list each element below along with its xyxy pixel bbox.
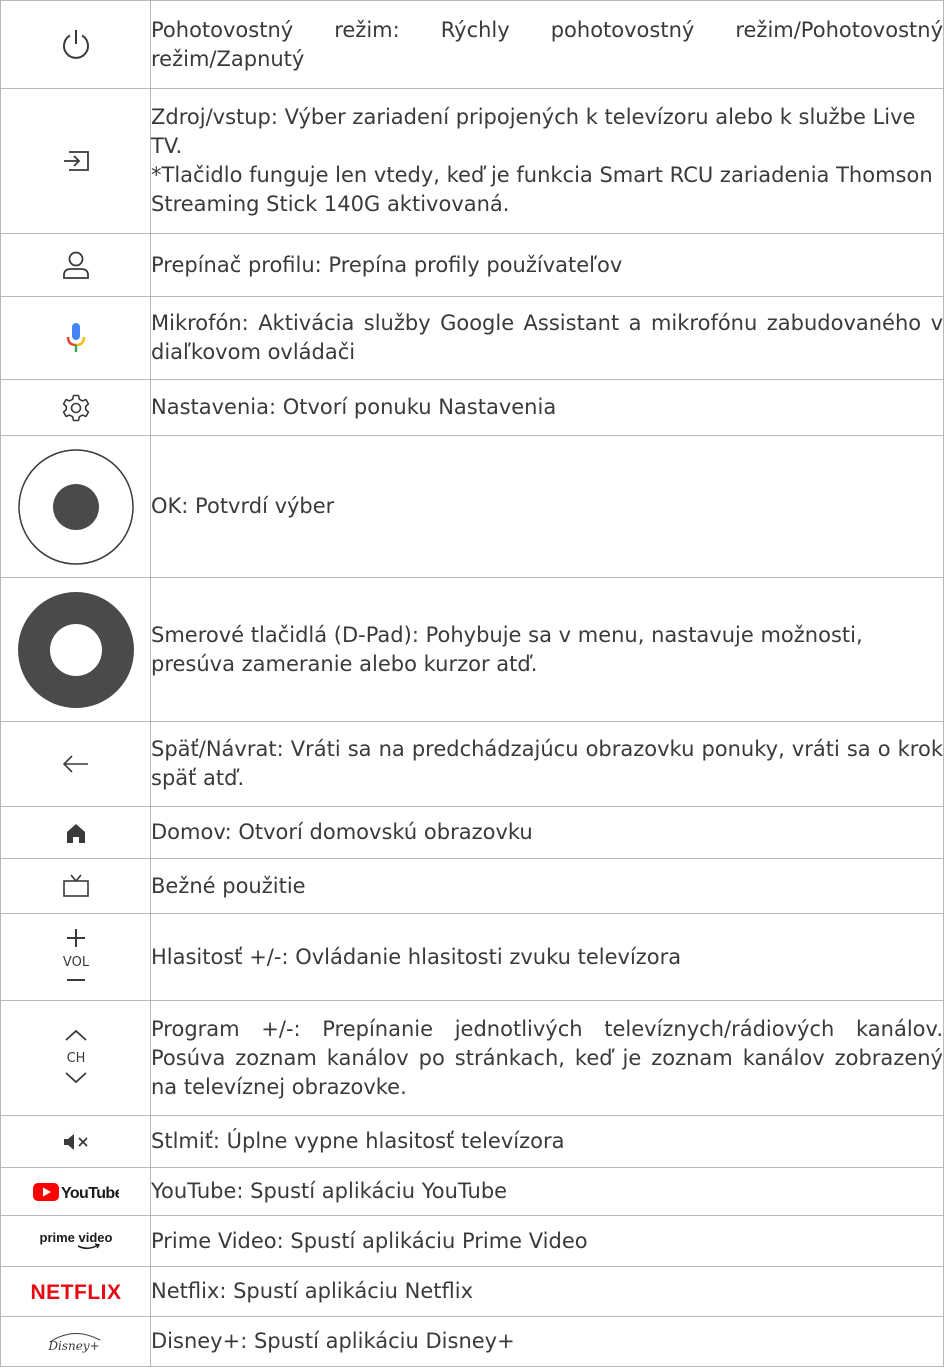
icon-cell — [0, 806, 151, 859]
ok-button-icon — [17, 448, 135, 566]
youtube-logo-text: YouTube — [61, 1185, 119, 1202]
icon-cell — [0, 1115, 151, 1168]
dpad-icon — [17, 591, 135, 709]
icon-cell — [0, 0, 151, 89]
row-description: Disney+: Spustí aplikáciu Disney+ — [150, 1316, 944, 1367]
row-description: Nastavenia: Otvorí ponuku Nastavenia — [150, 379, 944, 436]
row-description: Hlasitosť +/-: Ovládanie hlasitosti zvuk… — [150, 913, 944, 1001]
row-description: Zdroj/vstup: Výber zariadení pripojených… — [150, 88, 944, 234]
row-description: Domov: Otvorí domovskú obrazovku — [150, 806, 944, 859]
volume-icon: VOL — [56, 925, 96, 989]
table-row: NETFLIX Netflix: Spustí aplikáciu Netfli… — [0, 1266, 944, 1317]
icon-cell — [0, 88, 151, 234]
row-description: Netflix: Spustí aplikáciu Netflix — [150, 1266, 944, 1317]
prime-video-logo-text: prime video — [39, 1230, 112, 1245]
icon-cell — [0, 577, 151, 722]
icon-cell: Disney+ — [0, 1316, 151, 1367]
table-row: OK: Potvrdí výber — [0, 435, 944, 578]
netflix-logo-text: NETFLIX — [30, 1281, 121, 1304]
icon-cell: prime video — [0, 1215, 151, 1267]
back-arrow-icon — [61, 754, 91, 774]
table-row: Pohotovostný režim: Rýchly pohotovostný … — [0, 0, 944, 89]
table-row: Nastavenia: Otvorí ponuku Nastavenia — [0, 379, 944, 436]
icon-cell — [0, 435, 151, 578]
row-description: Prepínač profilu: Prepína profily použív… — [150, 233, 944, 297]
microphone-icon — [64, 321, 88, 355]
tv-icon — [62, 874, 90, 898]
row-description: Späť/Návrat: Vráti sa na predchádzajúcu … — [150, 721, 944, 807]
table-row: YouTube YouTube: Spustí aplikáciu YouTub… — [0, 1167, 944, 1216]
netflix-logo-icon: NETFLIX — [30, 1280, 122, 1304]
table-row: Bežné použitie — [0, 858, 944, 914]
row-description: Pohotovostný režim: Rýchly pohotovostný … — [150, 0, 944, 89]
row-description: Program +/-: Prepínanie jednotlivých tel… — [150, 1000, 944, 1116]
row-description-note: *Tlačidlo funguje len vtedy, keď je funk… — [151, 163, 933, 216]
prime-video-logo-icon: prime video — [34, 1228, 118, 1254]
row-description: OK: Potvrdí výber — [150, 435, 944, 578]
table-row: VOL Hlasitosť +/-: Ovládanie hlasitosti … — [0, 913, 944, 1001]
table-row: Stlmiť: Úplne vypne hlasitosť televízora — [0, 1115, 944, 1168]
youtube-logo-icon: YouTube — [32, 1181, 119, 1203]
mute-icon — [62, 1132, 90, 1152]
table-row: Späť/Návrat: Vráti sa na predchádzajúcu … — [0, 721, 944, 807]
button-legend-table: Pohotovostný režim: Rýchly pohotovostný … — [0, 0, 944, 1367]
input-source-icon — [61, 149, 91, 173]
icon-cell: YouTube — [0, 1167, 151, 1216]
home-icon — [65, 822, 87, 844]
row-description: YouTube: Spustí aplikáciu YouTube — [150, 1167, 944, 1216]
row-description: Prime Video: Spustí aplikáciu Prime Vide… — [150, 1215, 944, 1267]
volume-label: VOL — [62, 955, 89, 970]
icon-cell: VOL — [0, 913, 151, 1001]
row-description: Smerové tlačidlá (D-Pad): Pohybuje sa v … — [150, 577, 944, 722]
gear-icon — [61, 393, 91, 423]
table-row: CH Program +/-: Prepínanie jednotlivých … — [0, 1000, 944, 1116]
power-icon — [59, 28, 93, 62]
disney-plus-logo-text: Disney+ — [47, 1339, 99, 1353]
table-row: Disney+ Disney+: Spustí aplikáciu Disney… — [0, 1316, 944, 1367]
icon-cell — [0, 721, 151, 807]
table-row: Mikrofón: Aktivácia služby Google Assist… — [0, 296, 944, 380]
table-row: Zdroj/vstup: Výber zariadení pripojených… — [0, 88, 944, 234]
disney-plus-logo-icon: Disney+ — [40, 1328, 112, 1356]
icon-cell — [0, 296, 151, 380]
table-row: Prepínač profilu: Prepína profily použív… — [0, 233, 944, 297]
row-description: Bežné použitie — [150, 858, 944, 914]
row-description-main: Zdroj/vstup: Výber zariadení pripojených… — [151, 105, 916, 158]
profile-icon — [61, 250, 91, 280]
channel-label: CH — [66, 1051, 85, 1066]
table-row: Smerové tlačidlá (D-Pad): Pohybuje sa v … — [0, 577, 944, 722]
row-description: Mikrofón: Aktivácia služby Google Assist… — [150, 296, 944, 380]
table-row: Domov: Otvorí domovskú obrazovku — [0, 806, 944, 859]
icon-cell — [0, 858, 151, 914]
icon-cell — [0, 233, 151, 297]
icon-cell: NETFLIX — [0, 1266, 151, 1317]
row-description: Stlmiť: Úplne vypne hlasitosť televízora — [150, 1115, 944, 1168]
channel-icon: CH — [56, 1026, 96, 1090]
table-row: prime video Prime Video: Spustí aplikáci… — [0, 1215, 944, 1267]
icon-cell — [0, 379, 151, 436]
icon-cell: CH — [0, 1000, 151, 1116]
